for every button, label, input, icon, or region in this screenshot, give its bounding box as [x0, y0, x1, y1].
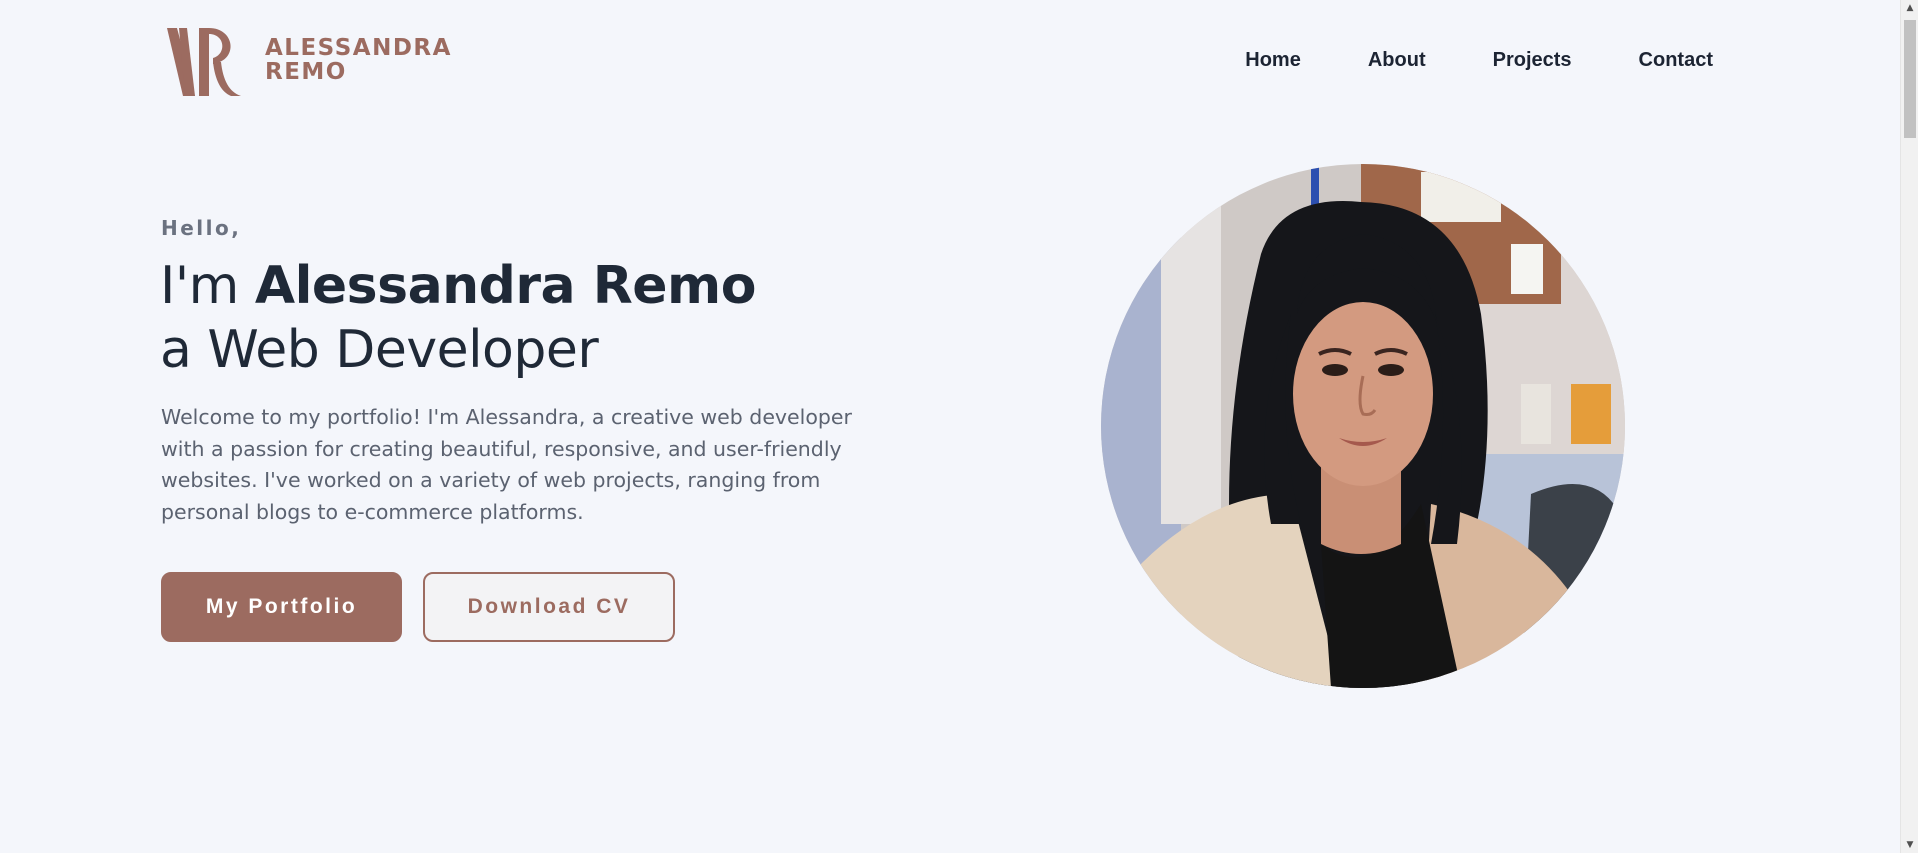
download-cv-button[interactable]: Download CV	[423, 572, 675, 642]
nav-home-link[interactable]: Home	[1245, 48, 1301, 72]
logo-line-first: ALESSANDRA	[265, 35, 452, 61]
hero-greeting: Hello,	[161, 216, 242, 240]
page: ALESSANDRA REMO Home About Projects Cont…	[0, 0, 1918, 853]
site-logo[interactable]: ALESSANDRA REMO	[165, 22, 452, 98]
logo-line-last: REMO	[265, 59, 347, 85]
nav-about-link[interactable]: About	[1368, 48, 1426, 72]
main-nav: Home About Projects Contact	[1245, 48, 1713, 72]
scroll-down-icon[interactable]: ▼	[1901, 837, 1918, 853]
logo-wordmark: ALESSANDRA REMO	[265, 36, 452, 84]
profile-photo	[1101, 164, 1625, 688]
nav-projects-link[interactable]: Projects	[1493, 48, 1572, 72]
headline-role: a Web Developer	[160, 320, 599, 380]
page-scrollbar[interactable]: ▲ ▼	[1900, 0, 1918, 853]
headline-prefix: I'm	[160, 256, 255, 316]
ar-monogram-icon	[167, 28, 241, 96]
headline-name-line: I'm Alessandra Remo	[160, 254, 756, 318]
hero-intro-paragraph: Welcome to my portfolio! I'm Alessandra,…	[161, 405, 852, 524]
hero-name: Alessandra Remo	[254, 256, 757, 316]
nav-contact-link[interactable]: Contact	[1639, 48, 1713, 72]
profile-photo-illustration	[1101, 164, 1625, 688]
my-portfolio-button[interactable]: My Portfolio	[161, 572, 402, 642]
hero-headline: I'm Alessandra Remo a Web Developer	[160, 254, 756, 382]
scrollbar-thumb[interactable]	[1904, 20, 1916, 138]
scroll-up-icon[interactable]: ▲	[1901, 0, 1918, 16]
